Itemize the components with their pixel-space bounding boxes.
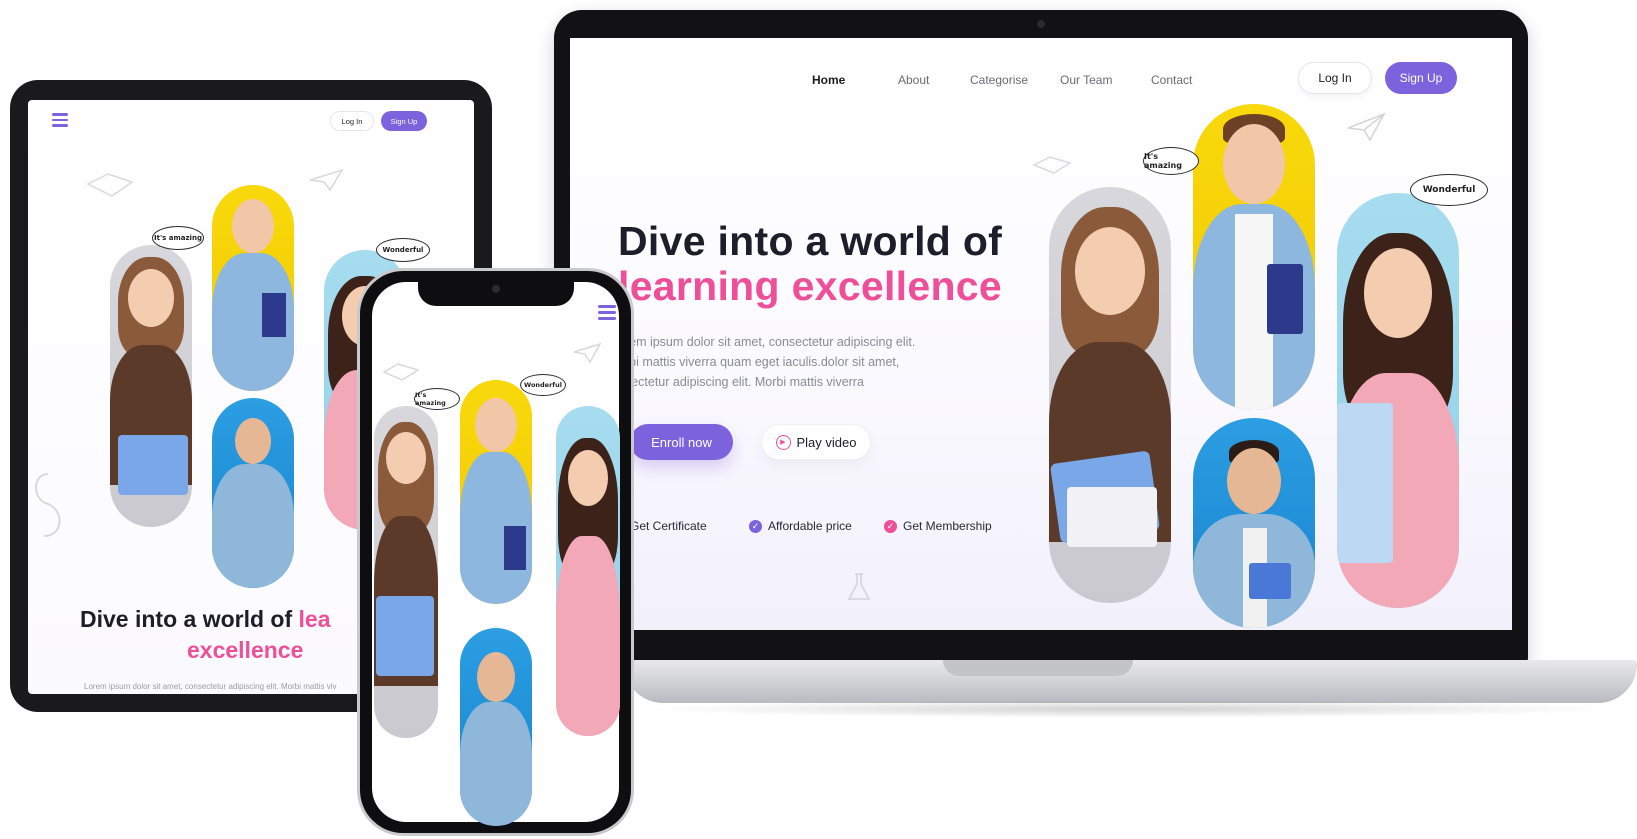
feature-certificate-label: Get Certificate	[630, 519, 707, 533]
hero-paragraph-line3: nsectetur adipiscing elit. Morbi mattis …	[618, 375, 864, 389]
tablet-photo-girl-brown	[110, 245, 192, 527]
phone-bubble-wonderful: Wonderful	[520, 374, 566, 396]
feature-price: ✓ Affordable price	[749, 519, 852, 533]
play-video-label: Play video	[796, 434, 857, 450]
phone-bubble-amazing: It's amazing	[414, 388, 460, 410]
tablet-hero-title-pink: lea	[298, 606, 331, 632]
tablet-bubble-amazing: It's amazing	[152, 226, 204, 250]
phone-photo-man-blue	[460, 628, 532, 826]
tablet-login-button[interactable]: Log In	[330, 111, 374, 131]
nav-categorise[interactable]: Categorise	[970, 73, 1028, 87]
book-doodle-icon	[86, 173, 134, 197]
photo-man-blue	[1193, 418, 1315, 628]
feature-certificate: Get Certificate	[630, 519, 707, 533]
phone-photo-girl-brown	[374, 406, 438, 738]
check-circle-icon: ✓	[749, 519, 762, 533]
bubble-wonderful: Wonderful	[1410, 174, 1488, 206]
photo-boy-yellow	[1193, 104, 1315, 410]
tablet-signup-button[interactable]: Sign Up	[381, 111, 427, 131]
devices-mockup: Home About Categorise Our Team Contact L…	[0, 0, 1637, 839]
feature-price-label: Affordable price	[768, 519, 852, 533]
book-doodle-icon	[1032, 156, 1072, 174]
photo-girl-sky	[1337, 193, 1459, 608]
check-circle-icon: ✓	[884, 519, 897, 533]
nav-about[interactable]: About	[898, 73, 929, 87]
flask-doodle-icon	[847, 573, 871, 600]
paper-plane-icon	[1347, 112, 1386, 142]
phone-camera	[492, 285, 500, 293]
laptop-shadow	[640, 700, 1620, 718]
palette-doodle-icon	[35, 473, 61, 537]
hamburger-menu-icon[interactable]	[52, 113, 68, 130]
hero-paragraph-line2: orbi mattis viverra quam eget iaculis.do…	[618, 355, 900, 369]
laptop-camera	[1037, 20, 1045, 28]
tablet-hero-paragraph: Lorem ipsum dolor sit amet, consectetur …	[84, 682, 337, 691]
paper-plane-icon	[309, 168, 344, 192]
book-doodle-icon	[382, 363, 420, 381]
nav-contact[interactable]: Contact	[1151, 73, 1192, 87]
photo-girl-brown	[1049, 187, 1171, 603]
hero-title-line1: Dive into a world of	[618, 218, 1003, 264]
tablet-hero-title-line2: excellence	[187, 637, 304, 663]
tablet-hero-title-dark: Dive into a world of	[80, 606, 299, 632]
hero-title-line2: learning excellence	[618, 263, 1003, 309]
play-circle-icon: ▶	[775, 434, 791, 450]
hamburger-menu-icon[interactable]	[598, 305, 616, 323]
tablet-photo-boy-yellow	[212, 185, 294, 391]
enroll-button[interactable]: Enroll now	[630, 424, 733, 460]
nav-home[interactable]: Home	[812, 73, 845, 87]
hero-paragraph-line1: orem ipsum dolor sit amet, consectetur a…	[618, 335, 916, 349]
tablet-photo-man-blue	[212, 398, 294, 588]
tablet-bubble-wonderful: Wonderful	[376, 238, 430, 262]
phone-photo-boy-yellow	[460, 380, 532, 604]
login-button[interactable]: Log In	[1298, 62, 1372, 94]
nav-our-team[interactable]: Our Team	[1060, 73, 1112, 87]
phone-notch	[418, 280, 574, 306]
feature-membership-label: Get Membership	[903, 519, 992, 533]
tablet-hero-title-line1: Dive into a world of lea	[80, 606, 331, 633]
laptop-notch	[943, 660, 1133, 676]
play-video-button[interactable]: ▶ Play video	[761, 424, 871, 460]
paper-plane-icon	[573, 342, 602, 364]
signup-button[interactable]: Sign Up	[1385, 62, 1457, 94]
feature-membership: ✓ Get Membership	[884, 519, 992, 533]
bubble-amazing: It's amazing	[1143, 147, 1199, 175]
phone-photo-girl-sky	[556, 406, 620, 736]
